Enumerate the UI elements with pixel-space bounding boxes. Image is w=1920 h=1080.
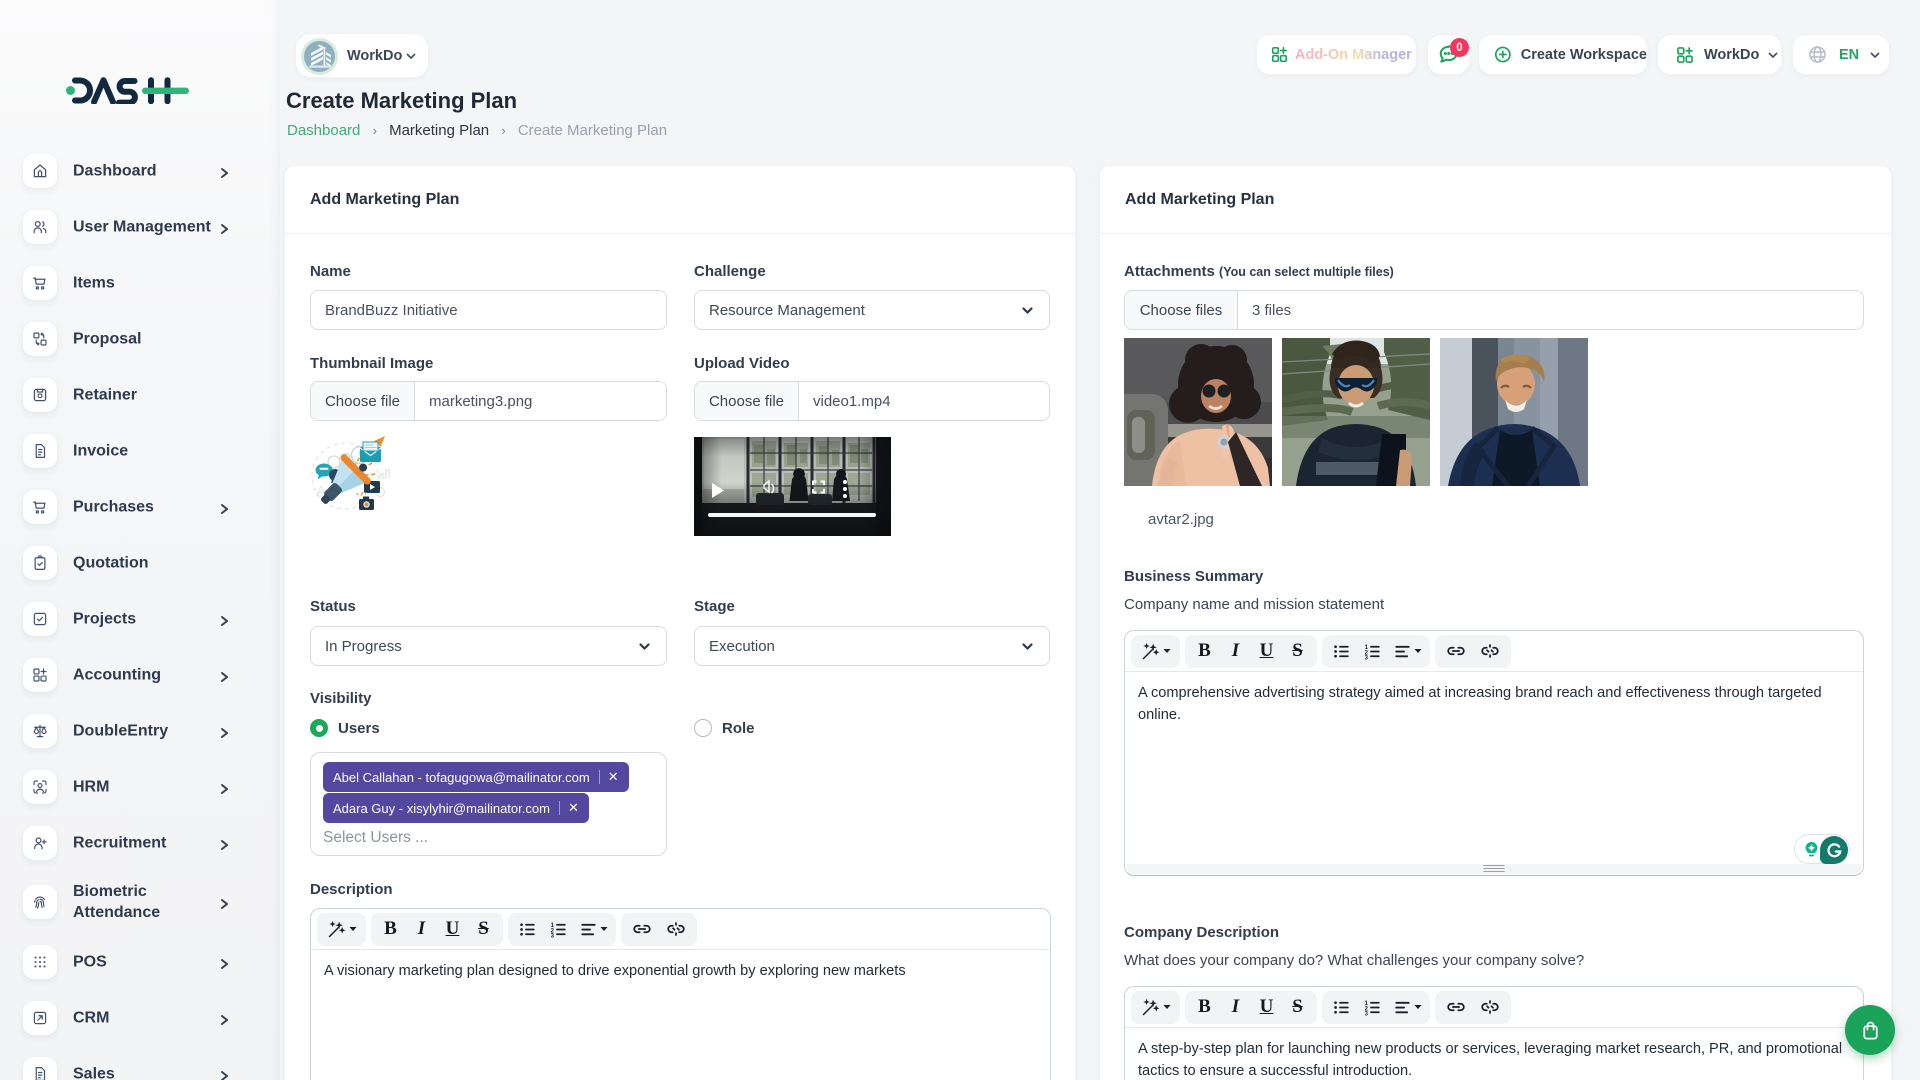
svg-text:3: 3 — [551, 933, 555, 939]
svg-text:3: 3 — [1365, 655, 1369, 661]
svg-text:3: 3 — [1365, 1011, 1369, 1017]
